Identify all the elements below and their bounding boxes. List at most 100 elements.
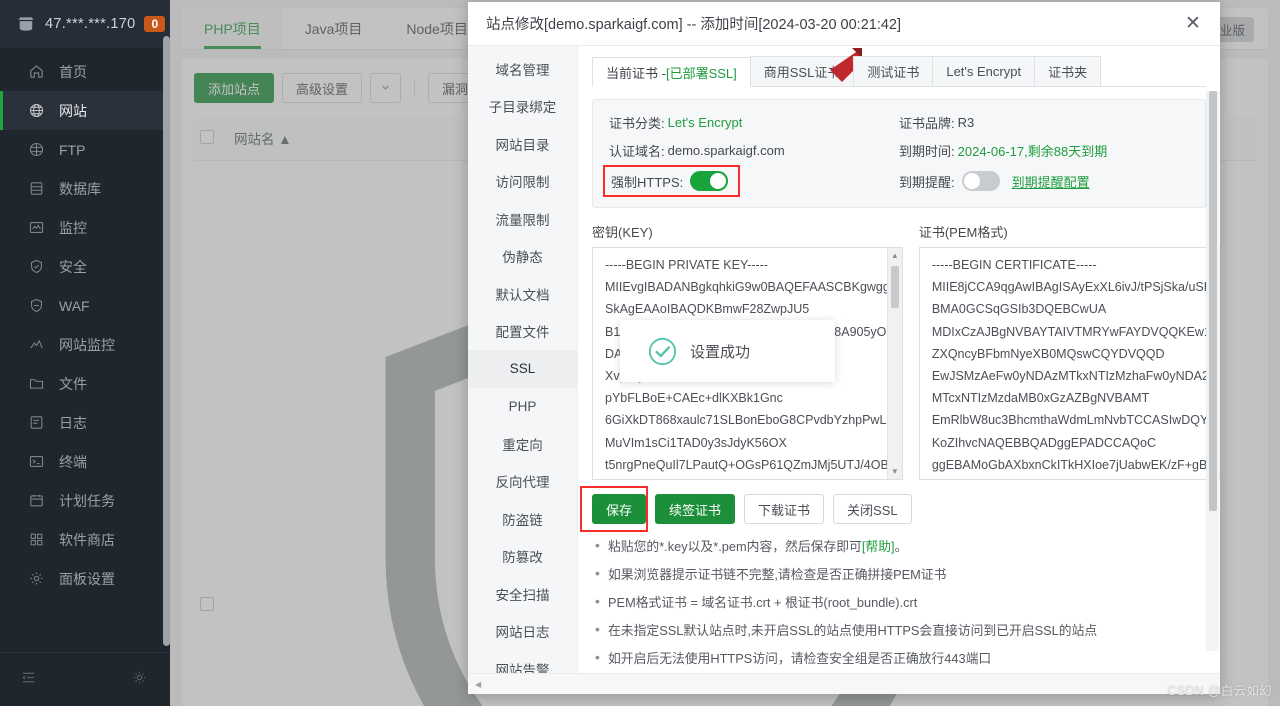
cert-line: BMA0GCSqGSIb3DQEBCwUA <box>931 302 1107 317</box>
sidebar-item-files[interactable]: 文件 <box>0 364 170 403</box>
modal-nav-security-scan[interactable]: 安全扫描 <box>468 575 577 613</box>
modal-nav-subdir[interactable]: 子目录绑定 <box>468 88 577 126</box>
sidebar-item-ftp[interactable]: FTP <box>0 130 170 169</box>
cert-brand-value: R3 <box>957 115 975 130</box>
key-line: pYbFLBoE+CAEc+dlKXBk1Gnc <box>605 391 783 406</box>
panel-logo-icon <box>16 14 36 34</box>
tab-test-cert[interactable]: 测试证书 <box>853 56 934 86</box>
tab-commercial-ssl-label: 商用SSL证书 <box>763 65 841 80</box>
screen: 47.***.***.170 0 首页 网站 FTP 数据库 监控 安全 WAF… <box>0 0 1280 706</box>
sidebar-scrollbar[interactable] <box>163 36 170 646</box>
cert-textarea[interactable]: -----BEGIN CERTIFICATE----- MIIE8jCCA9qg… <box>918 247 1220 480</box>
modal-title: 站点修改[demo.sparkaigf.com] -- 添加时间[2024-03… <box>486 17 902 33</box>
sidebar-item-waf[interactable]: WAF <box>0 286 170 325</box>
modal-footer-scrollbar[interactable]: ◀ <box>468 673 1220 694</box>
expire-notice-config-link[interactable]: 到期提醒配置 <box>1012 172 1090 191</box>
tab-current-cert-status: [已部署SSL] <box>665 65 737 81</box>
modal-nav-php[interactable]: PHP <box>468 388 577 426</box>
certificate-info-panel: 证书分类: Let's Encrypt 证书品牌: R3 认证域名: demo.… <box>592 99 1206 208</box>
modal-header: 站点修改[demo.sparkaigf.com] -- 添加时间[2024-03… <box>468 2 1220 46</box>
sidebar-item-label: 日志 <box>59 414 87 431</box>
tab-current-cert[interactable]: 当前证书 - [已部署SSL] <box>592 57 751 87</box>
modal-nav-ssl[interactable]: SSL <box>468 350 577 388</box>
notification-badge[interactable]: 0 <box>144 16 166 32</box>
sidebar-item-website[interactable]: 网站 <box>0 91 170 130</box>
close-icon[interactable]: ✕ <box>1180 11 1206 37</box>
sidebar-item-label: 面板设置 <box>59 570 115 587</box>
scroll-thumb[interactable] <box>890 266 899 308</box>
collapse-sidebar-icon[interactable] <box>20 669 37 691</box>
renew-cert-button[interactable]: 续签证书 <box>655 494 736 524</box>
modal-nav-anti-tamper[interactable]: 防篡改 <box>468 538 577 576</box>
sidebar-item-home[interactable]: 首页 <box>0 52 170 91</box>
help-link[interactable]: [帮助] <box>862 539 895 554</box>
shield-icon <box>28 258 45 275</box>
key-line: SkAgEAAoIBAQDKBmwF28ZwpJU5 <box>605 302 810 317</box>
modal-nav-redirect[interactable]: 重定向 <box>468 425 577 463</box>
toggle-knob <box>963 173 980 189</box>
close-ssl-button[interactable]: 关闭SSL <box>833 494 912 524</box>
scroll-down-icon[interactable]: ▼ <box>888 464 902 479</box>
scroll-down-icon[interactable]: ▼ <box>1219 464 1220 479</box>
scroll-thumb[interactable] <box>1209 91 1217 511</box>
modal-nav-default-doc[interactable]: 默认文档 <box>468 275 577 313</box>
sidebar-item-security[interactable]: 安全 <box>0 247 170 286</box>
scroll-up-icon[interactable]: ▲ <box>1219 248 1220 263</box>
success-toast: 设置成功 <box>620 320 835 382</box>
sidebar-item-label: 安全 <box>59 258 87 275</box>
expire-notice-toggle[interactable] <box>961 171 1000 191</box>
tip-text: 粘贴您的*.key以及*.pem内容，然后保存即可 <box>608 539 862 554</box>
sidebar-nav: 首页 网站 FTP 数据库 监控 安全 WAF 网站监控 文件 日志 终端 计划… <box>0 48 170 598</box>
modal-nav-rewrite[interactable]: 伪静态 <box>468 238 577 276</box>
modal-nav-reverse-proxy[interactable]: 反向代理 <box>468 463 577 501</box>
modal-nav-site-log[interactable]: 网站日志 <box>468 613 577 651</box>
sidebar-item-terminal[interactable]: 终端 <box>0 442 170 481</box>
scroll-up-icon[interactable]: ▲ <box>888 248 902 263</box>
settings-gear-icon[interactable] <box>131 669 148 691</box>
ftp-icon <box>28 141 45 158</box>
force-https-highlight: 强制HTTPS: <box>603 165 741 197</box>
ssl-action-buttons: 保存 续签证书 下载证书 关闭SSL <box>580 486 1206 532</box>
tab-cert-folder[interactable]: 证书夹 <box>1034 56 1102 86</box>
modal-nav-webdir[interactable]: 网站目录 <box>468 125 577 163</box>
modal-nav-access-limit[interactable]: 访问限制 <box>468 163 577 201</box>
cert-line: EwJSMzAeFw0yNDAzMTkxNTIzMzhaFw0yNDA2 <box>931 369 1209 384</box>
tip-item: 如开启后无法使用HTTPS访问，请检查安全组是否正确放行443端口 <box>592 649 1206 667</box>
sidebar-item-cron[interactable]: 计划任务 <box>0 481 170 520</box>
save-button[interactable]: 保存 <box>592 494 647 524</box>
tab-commercial-ssl[interactable]: 商用SSL证书 热销 <box>749 48 863 86</box>
modal-nav-traffic-limit[interactable]: 流量限制 <box>468 200 577 238</box>
toggle-knob <box>710 173 727 189</box>
sidebar-item-monitor[interactable]: 监控 <box>0 208 170 247</box>
sidebar-item-app-store[interactable]: 软件商店 <box>0 520 170 559</box>
cert-line: -----BEGIN CERTIFICATE----- <box>931 258 1097 272</box>
sidebar-item-database[interactable]: 数据库 <box>0 169 170 208</box>
sidebar-footer <box>0 652 170 706</box>
key-scrollbar[interactable]: ▲ ▼ <box>886 248 902 479</box>
download-cert-button[interactable]: 下载证书 <box>744 494 825 524</box>
scroll-left-icon[interactable]: ◀ <box>475 680 481 689</box>
modal-nav-domain[interactable]: 域名管理 <box>468 50 577 88</box>
cert-category-row: 证书分类: Let's Encrypt <box>609 113 899 132</box>
cert-label: 证书(PEM格式) <box>918 225 1008 240</box>
monitor-icon <box>28 219 45 236</box>
modal-nav-site-alert[interactable]: 网站告警 <box>468 650 577 673</box>
sidebar-item-site-monitor[interactable]: 网站监控 <box>0 325 170 364</box>
watermark: CSDN @白云如幻 <box>1167 684 1272 698</box>
sidebar-item-label: FTP <box>59 141 86 158</box>
tab-lets-encrypt[interactable]: Let's Encrypt <box>932 56 1036 86</box>
ssl-tabs: 当前证书 - [已部署SSL] 商用SSL证书 热销 <box>592 48 1206 87</box>
toast-message: 设置成功 <box>690 343 751 361</box>
sidebar-logo-row: 47.***.***.170 0 <box>0 0 170 48</box>
sidebar-item-panel-settings[interactable]: 面板设置 <box>0 559 170 598</box>
sidebar-item-label: 监控 <box>59 219 87 236</box>
tab-current-cert-label: 当前证书 - <box>606 65 666 81</box>
check-circle-icon <box>648 337 677 366</box>
key-line: -----BEGIN PRIVATE KEY----- <box>605 258 768 272</box>
modal-nav-anti-leech[interactable]: 防盗链 <box>468 500 577 538</box>
sidebar-item-logs[interactable]: 日志 <box>0 403 170 442</box>
modal-vertical-scrollbar[interactable]: ▲ <box>1206 91 1219 651</box>
chart-icon <box>28 336 45 353</box>
modal-nav-config-file[interactable]: 配置文件 <box>468 313 577 351</box>
force-https-toggle[interactable] <box>690 171 729 191</box>
